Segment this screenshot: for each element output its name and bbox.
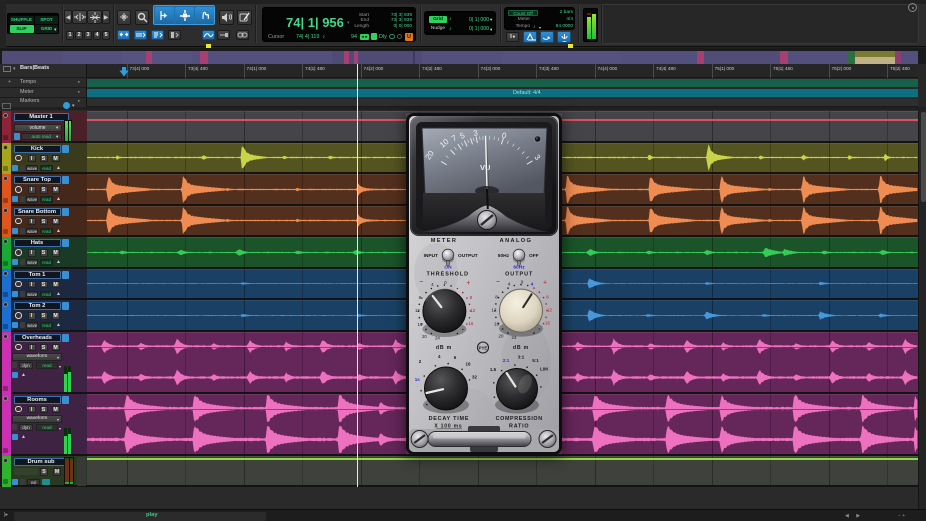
- svg-text:16: 16: [545, 321, 550, 326]
- svg-text:OUTPUT: OUTPUT: [505, 272, 533, 278]
- svg-text:DECAY TIME: DECAY TIME: [429, 416, 470, 422]
- svg-text:−: −: [496, 279, 500, 286]
- svg-text:3:1: 3:1: [518, 355, 525, 360]
- svg-text:VU: VU: [480, 163, 490, 172]
- svg-text:THRESHOLD: THRESHOLD: [427, 272, 470, 278]
- svg-text:OUTPUT: OUTPUT: [458, 253, 478, 259]
- svg-text:0: 0: [521, 280, 524, 285]
- svg-text:32: 32: [472, 375, 478, 380]
- svg-text:16: 16: [417, 322, 422, 327]
- svg-text:2:1: 2:1: [503, 358, 510, 363]
- svg-text:4: 4: [531, 282, 534, 287]
- svg-text:60Hz: 60Hz: [513, 265, 525, 271]
- svg-text:1.5: 1.5: [490, 367, 497, 372]
- svg-text:+: +: [466, 280, 470, 287]
- svg-text:4: 4: [508, 282, 511, 287]
- svg-text:16: 16: [468, 321, 473, 326]
- svg-text:12: 12: [492, 308, 497, 313]
- svg-text:+: +: [543, 280, 547, 287]
- svg-text:20: 20: [499, 334, 504, 339]
- svg-text:16: 16: [465, 362, 471, 367]
- svg-text:16: 16: [494, 322, 499, 327]
- svg-text:METER: METER: [431, 238, 458, 244]
- svg-text:4: 4: [431, 282, 434, 287]
- svg-text:12: 12: [547, 308, 552, 313]
- svg-text:dB m: dB m: [436, 345, 452, 351]
- svg-text:12: 12: [415, 308, 420, 313]
- svg-text:5:1: 5:1: [532, 358, 539, 363]
- svg-text:dB m: dB m: [513, 345, 529, 351]
- svg-text:LIM: LIM: [540, 367, 548, 372]
- svg-text:INPUT: INPUT: [424, 253, 438, 259]
- svg-text:ON: ON: [444, 265, 452, 271]
- svg-text:−: −: [420, 279, 424, 286]
- svg-text:1s: 1s: [415, 377, 421, 382]
- svg-text:20: 20: [422, 334, 427, 339]
- svg-text:OFF: OFF: [529, 253, 539, 259]
- svg-text:RATIO: RATIO: [509, 424, 529, 430]
- svg-text:ANALOG: ANALOG: [500, 238, 533, 244]
- svg-text:0: 0: [444, 280, 447, 285]
- svg-text:PYE: PYE: [479, 346, 488, 351]
- svg-text:50Hz: 50Hz: [498, 253, 510, 259]
- svg-text:12: 12: [470, 308, 475, 313]
- svg-text:COMPRESSION: COMPRESSION: [496, 416, 543, 422]
